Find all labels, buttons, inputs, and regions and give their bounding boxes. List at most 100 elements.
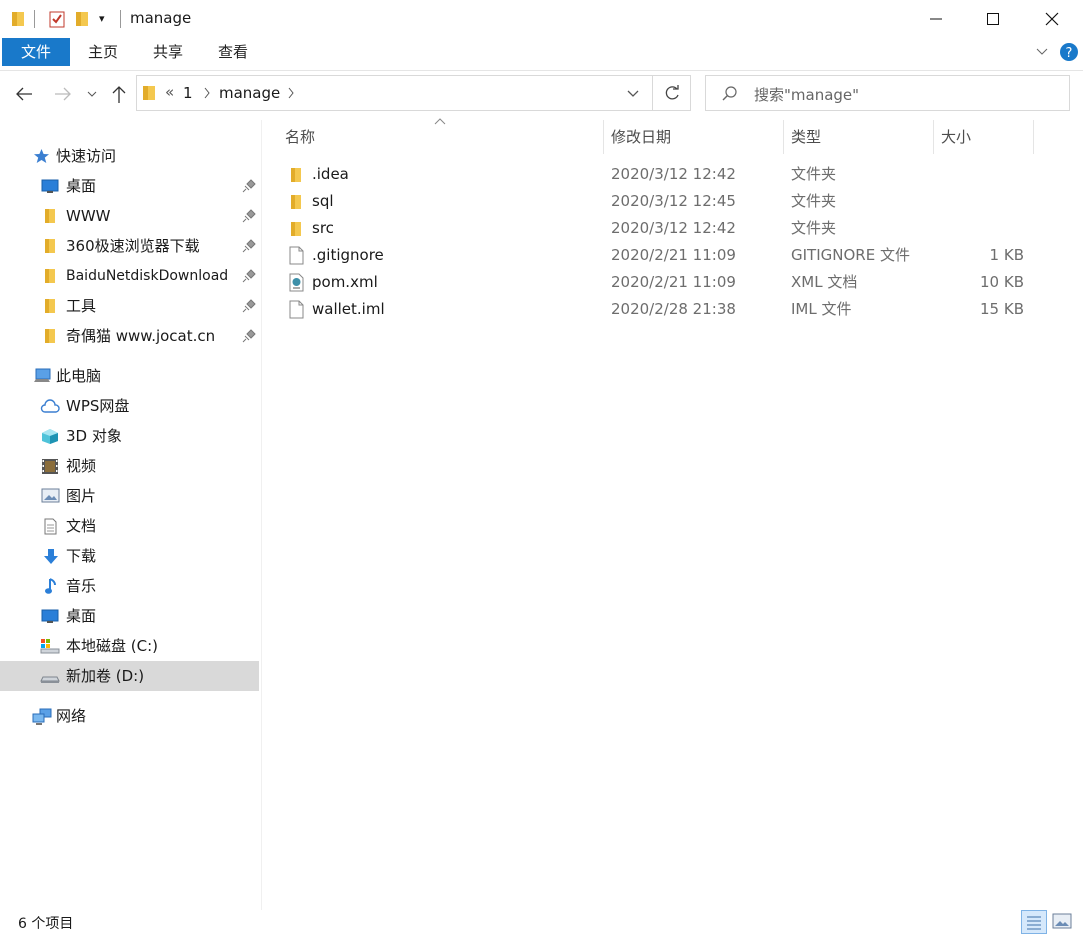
nav-item-wps-drive[interactable]: WPS网盘 bbox=[0, 391, 259, 421]
tab-file[interactable]: 文件 bbox=[2, 38, 70, 66]
minimize-icon[interactable] bbox=[921, 0, 951, 38]
nav-item-pictures[interactable]: 图片 bbox=[0, 481, 259, 511]
file-type: 文件夹 bbox=[791, 165, 837, 183]
column-divider[interactable] bbox=[783, 120, 784, 154]
search-input[interactable]: 搜索"manage" bbox=[754, 84, 859, 105]
pin-icon[interactable] bbox=[242, 269, 256, 283]
column-header-type[interactable]: 类型 bbox=[791, 120, 821, 154]
column-header-date[interactable]: 修改日期 bbox=[611, 120, 671, 154]
pin-icon[interactable] bbox=[242, 329, 256, 343]
pin-icon[interactable] bbox=[242, 179, 256, 193]
breadcrumb-overflow[interactable]: « bbox=[165, 83, 174, 101]
column-divider[interactable] bbox=[603, 120, 604, 154]
title-bar: ▾ manage bbox=[0, 0, 1083, 38]
nav-item-drive-d[interactable]: 新加卷 (D:) bbox=[0, 661, 259, 691]
nav-this-pc[interactable]: 此电脑 bbox=[0, 361, 259, 391]
divider bbox=[120, 10, 121, 28]
file-size: 15 KB bbox=[980, 300, 1024, 318]
file-row[interactable]: wallet.iml 2020/2/28 21:38 IML 文件 15 KB bbox=[262, 296, 1042, 323]
column-divider[interactable] bbox=[933, 120, 934, 154]
file-name: src bbox=[312, 219, 334, 237]
file-size: 10 KB bbox=[980, 273, 1024, 291]
file-row[interactable]: src 2020/3/12 12:42 文件夹 bbox=[262, 215, 1042, 242]
customize-dropdown-icon[interactable]: ▾ bbox=[99, 12, 105, 25]
pin-icon[interactable] bbox=[242, 209, 256, 223]
computer-icon bbox=[33, 368, 51, 384]
expand-ribbon-icon[interactable] bbox=[1034, 43, 1050, 59]
desktop-icon bbox=[41, 608, 59, 624]
file-row[interactable]: .gitignore 2020/2/21 11:09 GITIGNORE 文件 … bbox=[262, 242, 1042, 269]
drive-icon bbox=[40, 668, 60, 684]
film-icon bbox=[41, 458, 58, 474]
folder-icon bbox=[290, 194, 302, 210]
maximize-icon[interactable] bbox=[978, 0, 1008, 38]
refresh-icon[interactable] bbox=[663, 84, 681, 102]
nav-item-tools[interactable]: 工具 bbox=[0, 291, 259, 321]
details-view-icon[interactable] bbox=[1021, 910, 1047, 934]
pin-icon[interactable] bbox=[242, 299, 256, 313]
system-drive-icon bbox=[40, 638, 60, 654]
folder-icon bbox=[11, 11, 25, 27]
breadcrumb-chevron-icon[interactable] bbox=[202, 84, 212, 102]
address-bar[interactable]: « 1 manage bbox=[136, 75, 691, 111]
nav-quick-access[interactable]: 快速访问 bbox=[0, 141, 259, 171]
divider bbox=[34, 10, 35, 28]
nav-item-desktop-pc[interactable]: 桌面 bbox=[0, 601, 259, 631]
picture-icon bbox=[41, 488, 60, 504]
music-icon bbox=[44, 578, 60, 594]
new-folder-icon[interactable] bbox=[75, 11, 89, 27]
large-icons-view-icon[interactable] bbox=[1052, 912, 1072, 930]
properties-icon[interactable] bbox=[49, 10, 65, 28]
recent-locations-icon[interactable] bbox=[86, 88, 98, 100]
status-bar: 6 个项目 bbox=[0, 910, 1083, 938]
breadcrumb-1[interactable]: 1 bbox=[183, 84, 193, 102]
nav-network[interactable]: 网络 bbox=[0, 701, 259, 731]
network-icon bbox=[32, 708, 52, 725]
folder-icon bbox=[44, 328, 60, 344]
search-box[interactable]: 搜索"manage" bbox=[705, 75, 1070, 111]
folder-icon bbox=[44, 298, 60, 314]
file-row[interactable]: sql 2020/3/12 12:45 文件夹 bbox=[262, 188, 1042, 215]
tab-home[interactable]: 主页 bbox=[74, 38, 132, 66]
document-icon bbox=[43, 518, 59, 535]
close-icon[interactable] bbox=[1037, 0, 1067, 38]
folder-icon bbox=[142, 85, 156, 101]
file-row[interactable]: pom.xml 2020/2/21 11:09 XML 文档 10 KB bbox=[262, 269, 1042, 296]
help-icon[interactable]: ? bbox=[1059, 42, 1079, 62]
nav-item-desktop[interactable]: 桌面 bbox=[0, 171, 259, 201]
nav-item-jocat[interactable]: 奇偶猫 www.jocat.cn bbox=[0, 321, 259, 351]
file-date: 2020/3/12 12:45 bbox=[611, 192, 736, 210]
tab-view[interactable]: 查看 bbox=[204, 38, 262, 66]
nav-item-www[interactable]: WWW bbox=[0, 201, 259, 231]
file-row[interactable]: .idea 2020/3/12 12:42 文件夹 bbox=[262, 161, 1042, 188]
address-history-icon[interactable] bbox=[626, 88, 640, 100]
cube-icon bbox=[41, 428, 58, 444]
breadcrumb-manage[interactable]: manage bbox=[219, 84, 280, 102]
file-type: IML 文件 bbox=[791, 300, 852, 318]
nav-item-downloads[interactable]: 下载 bbox=[0, 541, 259, 571]
column-header-name[interactable]: 名称 bbox=[285, 120, 315, 154]
file-date: 2020/3/12 12:42 bbox=[611, 165, 736, 183]
nav-item-baidunetdisk[interactable]: BaiduNetdiskDownload bbox=[0, 261, 259, 291]
nav-item-videos[interactable]: 视频 bbox=[0, 451, 259, 481]
column-header-size[interactable]: 大小 bbox=[941, 120, 971, 154]
desktop-icon bbox=[41, 178, 59, 194]
search-icon bbox=[721, 85, 739, 103]
file-date: 2020/2/28 21:38 bbox=[611, 300, 736, 318]
nav-item-360-downloads[interactable]: 360极速浏览器下载 bbox=[0, 231, 259, 261]
up-icon[interactable] bbox=[110, 84, 128, 104]
address-row: « 1 manage 搜索"manage" bbox=[0, 71, 1083, 119]
pin-icon[interactable] bbox=[242, 239, 256, 253]
file-date: 2020/2/21 11:09 bbox=[611, 273, 736, 291]
nav-item-drive-c[interactable]: 本地磁盘 (C:) bbox=[0, 631, 259, 661]
back-icon[interactable] bbox=[14, 85, 34, 103]
forward-icon[interactable] bbox=[53, 85, 73, 103]
tab-share[interactable]: 共享 bbox=[139, 38, 197, 66]
column-divider[interactable] bbox=[1033, 120, 1034, 154]
nav-item-3d-objects[interactable]: 3D 对象 bbox=[0, 421, 259, 451]
file-date: 2020/3/12 12:42 bbox=[611, 219, 736, 237]
breadcrumb-chevron-icon[interactable] bbox=[286, 84, 296, 102]
nav-item-documents[interactable]: 文档 bbox=[0, 511, 259, 541]
nav-item-music[interactable]: 音乐 bbox=[0, 571, 259, 601]
file-name: wallet.iml bbox=[312, 300, 385, 318]
